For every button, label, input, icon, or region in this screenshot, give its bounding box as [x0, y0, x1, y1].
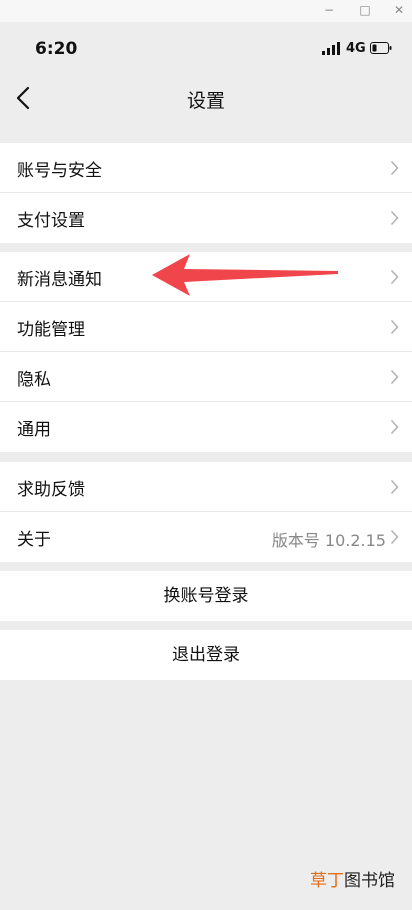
signal-icon — [322, 42, 340, 55]
minimize-window-button[interactable]: − — [320, 2, 338, 18]
maximize-window-button[interactable]: □ — [356, 2, 374, 18]
settings-item-label: 求助反馈 — [17, 480, 85, 500]
switch-account-section: 换账号登录 — [0, 571, 412, 621]
chevron-right-icon — [390, 269, 399, 285]
settings-item-label: 关于 — [17, 530, 51, 550]
settings-item-about[interactable]: 关于 版本号 10.2.15 — [0, 512, 412, 562]
navigation-bar: 设置 — [0, 76, 412, 122]
settings-item-label: 账号与安全 — [17, 161, 102, 181]
version-text: 版本号 10.2.15 — [271, 531, 386, 550]
chevron-right-icon — [390, 479, 399, 495]
settings-item-label: 通用 — [17, 420, 51, 440]
watermark: 草丁图书馆 — [310, 866, 395, 891]
settings-item-payment[interactable]: 支付设置 — [0, 193, 412, 243]
settings-item-feedback[interactable]: 求助反馈 — [0, 462, 412, 512]
status-bar: 6:20 4G — [0, 22, 412, 76]
settings-item-features[interactable]: 功能管理 — [0, 302, 412, 352]
chevron-right-icon — [390, 160, 399, 176]
settings-item-label: 功能管理 — [17, 320, 85, 340]
network-type: 4G — [346, 41, 366, 56]
settings-group-help: 求助反馈 关于 版本号 10.2.15 — [0, 462, 412, 562]
page-title: 设置 — [186, 90, 225, 112]
chevron-right-icon — [390, 369, 399, 385]
settings-item-label: 新消息通知 — [17, 270, 102, 290]
battery-icon — [370, 42, 392, 54]
annotation-arrow-icon — [152, 254, 338, 296]
window-control-bar: − □ ✕ — [0, 0, 412, 22]
switch-account-button[interactable]: 换账号登录 — [0, 571, 412, 621]
settings-item-label: 隐私 — [17, 370, 51, 390]
settings-group-account: 账号与安全 支付设置 — [0, 143, 412, 243]
settings-item-label: 支付设置 — [17, 211, 85, 231]
settings-item-account-security[interactable]: 账号与安全 — [0, 143, 412, 193]
settings-item-general[interactable]: 通用 — [0, 402, 412, 452]
chevron-right-icon — [390, 419, 399, 435]
chevron-right-icon — [390, 210, 399, 226]
settings-item-privacy[interactable]: 隐私 — [0, 352, 412, 402]
logout-button[interactable]: 退出登录 — [0, 630, 412, 680]
watermark-part1: 草丁 — [310, 871, 344, 891]
close-window-button[interactable]: ✕ — [390, 2, 408, 18]
status-time: 6:20 — [35, 39, 78, 59]
logout-section: 退出登录 — [0, 630, 412, 680]
chevron-right-icon — [390, 319, 399, 335]
watermark-part2: 图书馆 — [344, 871, 395, 891]
chevron-right-icon — [390, 529, 399, 545]
